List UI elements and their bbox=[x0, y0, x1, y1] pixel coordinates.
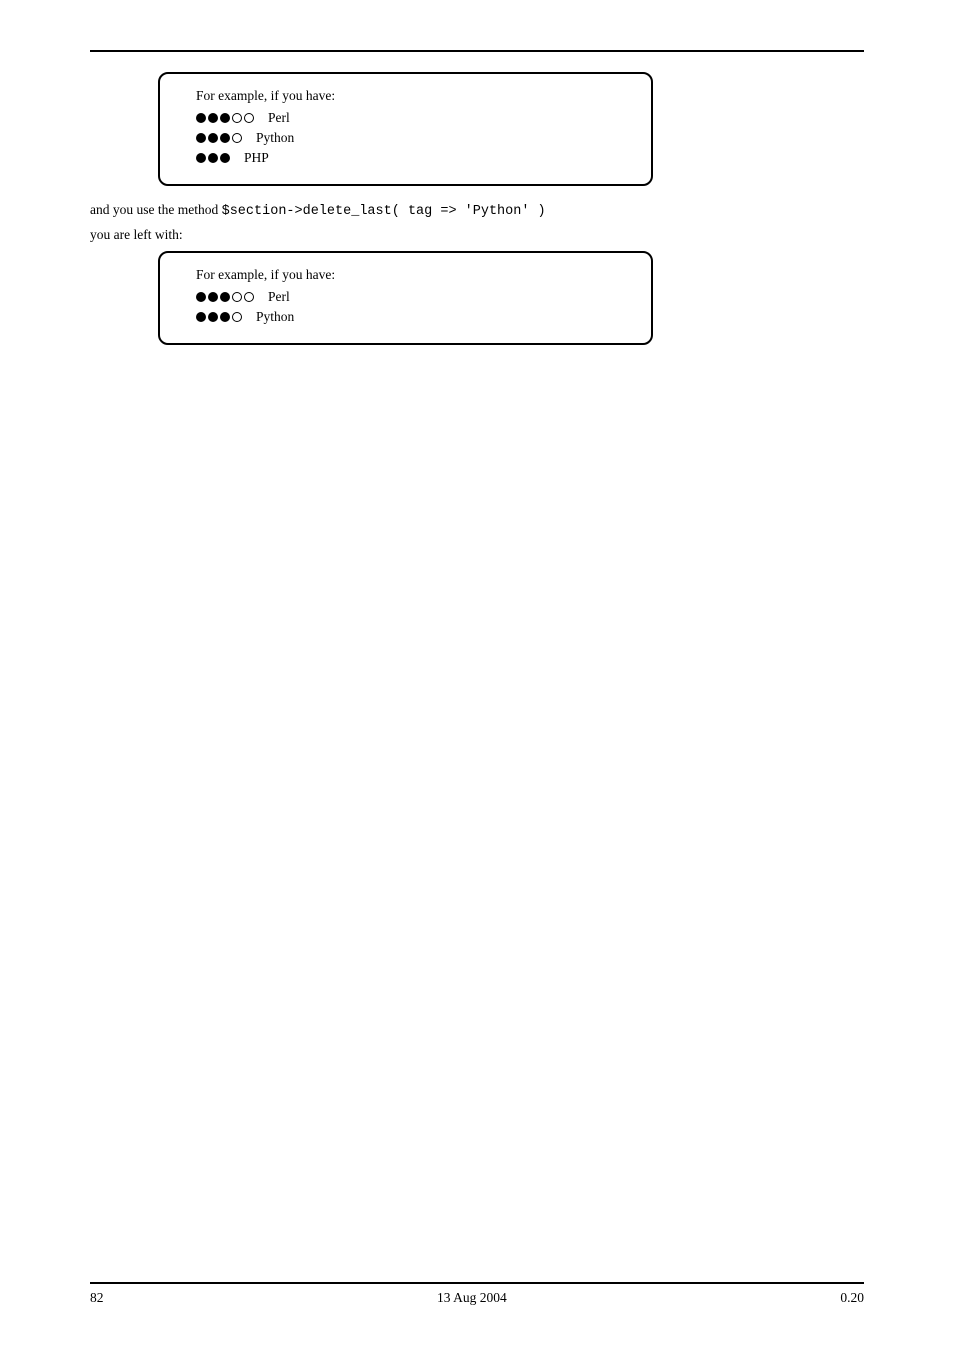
footer-center: 13 Aug 2004 bbox=[437, 1290, 507, 1306]
method-heading: and you use the method $section->delete_… bbox=[90, 202, 864, 219]
panel2-line-0: Perl bbox=[196, 289, 651, 305]
footer-left: 82 bbox=[90, 1290, 104, 1306]
rating-dots-icon bbox=[196, 113, 254, 123]
intermediate-text: you are left with: bbox=[90, 227, 864, 243]
top-rule bbox=[90, 50, 864, 52]
rating-dots-icon bbox=[196, 292, 254, 302]
rating-dots-icon bbox=[196, 312, 242, 322]
panel1-line-0: Perl bbox=[196, 110, 651, 126]
rating-dots-icon bbox=[196, 153, 230, 163]
panel1-text-0: Perl bbox=[268, 110, 290, 126]
panel2-text-1: Python bbox=[256, 309, 294, 325]
panel2-text-0: Perl bbox=[268, 289, 290, 305]
panel1-line-2: PHP bbox=[196, 150, 651, 166]
bottom-rule bbox=[90, 1282, 864, 1284]
example-panel-2: For example, if you have: Perl Python bbox=[158, 251, 653, 345]
panel2-line-1: Python bbox=[196, 309, 651, 325]
footer-right: 0.20 bbox=[840, 1290, 864, 1306]
panel1-heading: For example, if you have: bbox=[196, 88, 651, 104]
panel1-line-1: Python bbox=[196, 130, 651, 146]
panel1-text-2: PHP bbox=[244, 150, 269, 166]
panel2-heading: For example, if you have: bbox=[196, 267, 651, 283]
example-panel-1: For example, if you have: Perl Python PH… bbox=[158, 72, 653, 186]
page-footer: 82 13 Aug 2004 0.20 bbox=[90, 1282, 864, 1306]
rating-dots-icon bbox=[196, 133, 242, 143]
panel1-text-1: Python bbox=[256, 130, 294, 146]
